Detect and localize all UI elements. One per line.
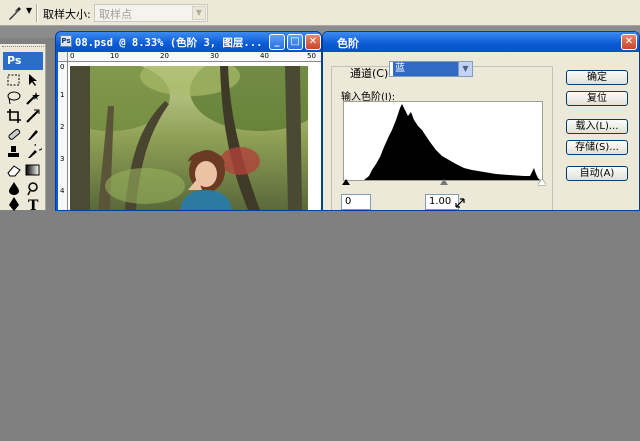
history-brush-icon[interactable]	[24, 141, 44, 160]
ruler-label: 2	[60, 123, 65, 131]
channel-label: 通道(C):	[350, 67, 392, 80]
crop-icon[interactable]	[5, 108, 23, 124]
sample-size-value: 取样点	[99, 8, 132, 21]
document-title: 08.psd @ 8.33% (色阶 3, 图层...	[75, 37, 263, 49]
histogram	[343, 101, 543, 181]
blur-icon[interactable]	[5, 180, 23, 196]
brush-icon[interactable]	[24, 126, 42, 142]
toolbox: Ps T	[0, 44, 46, 214]
input-black-field[interactable]: 0	[341, 194, 371, 210]
ruler-label: 10	[110, 52, 119, 60]
eyedropper-icon[interactable]	[6, 4, 24, 22]
gamma-slider[interactable]	[440, 179, 448, 185]
black-point-slider[interactable]	[342, 179, 350, 185]
channel-select[interactable]: 蓝 ▼	[389, 61, 473, 77]
document-canvas-area: 0 10 20 30 40 50 0 1 2 3 4	[58, 52, 321, 210]
close-icon[interactable]: ✕	[621, 34, 637, 50]
sample-size-label: 取样大小:	[43, 8, 91, 21]
ruler-label: 40	[260, 52, 269, 60]
auto-button[interactable]: 自动(A)	[566, 166, 628, 181]
magic-wand-icon[interactable]	[24, 90, 42, 106]
toolbox-grip[interactable]	[2, 46, 44, 50]
ruler-label: 30	[210, 52, 219, 60]
ps-logo[interactable]: Ps	[3, 52, 43, 70]
healing-icon[interactable]	[5, 126, 23, 142]
ruler-label: 0	[60, 63, 65, 71]
ruler-label: 3	[60, 155, 65, 163]
svg-text:T: T	[28, 198, 39, 212]
document-icon: Ps	[60, 35, 72, 47]
dialog-titlebar[interactable]: 色阶 ✕	[323, 32, 639, 52]
ruler-left[interactable]: 0 1 2 3 4	[58, 62, 68, 210]
input-gamma-field[interactable]: 1.00	[425, 194, 459, 210]
marquee-icon[interactable]	[5, 72, 23, 88]
eraser-icon[interactable]	[5, 162, 23, 178]
reset-button[interactable]: 复位	[566, 91, 628, 106]
gradient-icon[interactable]	[24, 162, 42, 178]
sample-size-select[interactable]: 取样点 ▼	[94, 4, 208, 22]
type-icon[interactable]: T	[24, 196, 42, 214]
close-icon[interactable]: ✕	[305, 34, 321, 50]
white-point-slider[interactable]	[538, 179, 546, 185]
channel-value: 蓝	[393, 62, 459, 76]
document-window[interactable]: Ps 08.psd @ 8.33% (色阶 3, 图层... _ □ ✕ 0 1…	[55, 31, 322, 211]
move-icon[interactable]	[24, 72, 42, 88]
document-titlebar[interactable]: Ps 08.psd @ 8.33% (色阶 3, 图层... _ □ ✕	[56, 32, 321, 52]
minimize-icon[interactable]: _	[269, 34, 285, 50]
ruler-corner	[58, 52, 68, 62]
separator	[36, 4, 38, 22]
ruler-label: 1	[60, 91, 65, 99]
load-button[interactable]: 载入(L)...	[566, 119, 628, 134]
ruler-label: 20	[160, 52, 169, 60]
maximize-icon[interactable]: □	[287, 34, 303, 50]
ruler-label: 0	[70, 52, 75, 60]
resize-cursor-icon	[455, 198, 465, 208]
chevron-down-icon: ▼	[192, 6, 206, 20]
photo-canvas[interactable]	[70, 66, 308, 210]
pen-icon[interactable]	[5, 196, 23, 212]
ruler-top[interactable]: 0 10 20 30 40 50	[68, 52, 321, 62]
slice-icon[interactable]	[24, 108, 42, 124]
input-level-sliders[interactable]	[341, 179, 547, 187]
dialog-title: 色阶	[337, 37, 359, 50]
ok-button[interactable]: 确定	[566, 70, 628, 85]
save-button[interactable]: 存储(S)...	[566, 140, 628, 155]
chevron-down-icon: ▼	[458, 62, 472, 76]
ruler-label: 50	[307, 52, 316, 60]
stamp-icon[interactable]	[5, 144, 23, 160]
ruler-label: 4	[60, 187, 65, 195]
dodge-icon[interactable]	[24, 180, 42, 196]
options-bar: ▼ 取样大小: 取样点 ▼	[0, 0, 640, 26]
tool-preset-dropdown-icon[interactable]: ▼	[26, 7, 34, 15]
lasso-icon[interactable]	[5, 90, 23, 106]
levels-dialog[interactable]: 色阶 ✕ 通道(C): 蓝 ▼ 输入色阶(I): 0 1.00 确定 复位 载入…	[322, 31, 640, 211]
